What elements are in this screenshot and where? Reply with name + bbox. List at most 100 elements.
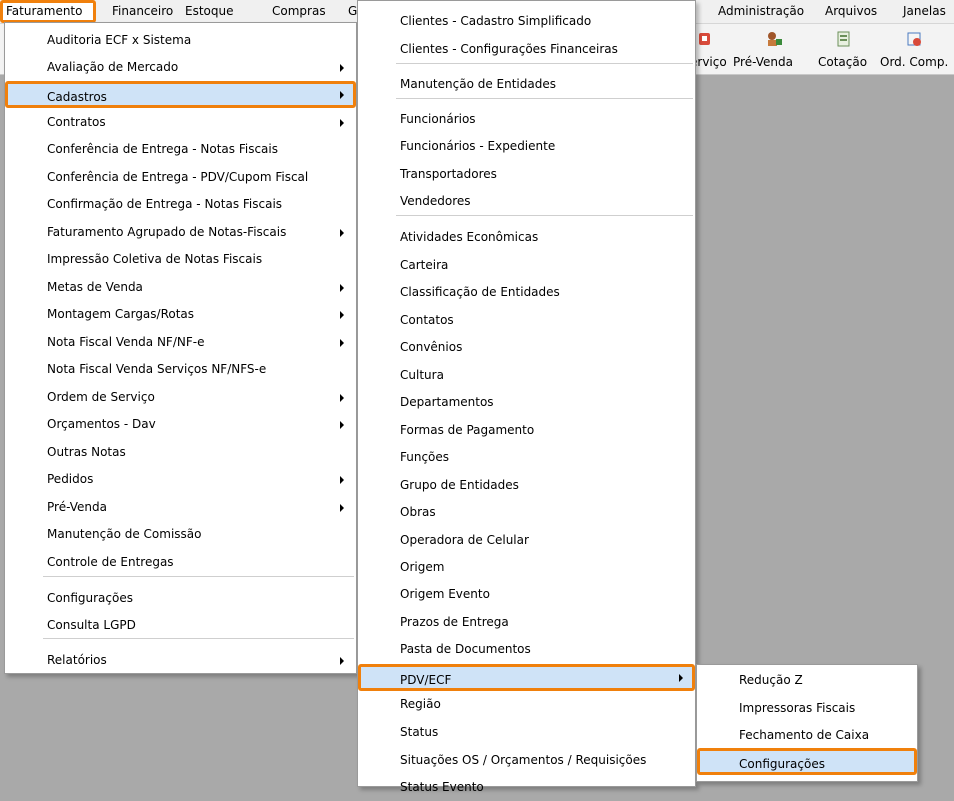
menu-administracao[interactable]: Administração bbox=[718, 4, 804, 18]
menu-compras[interactable]: Compras bbox=[272, 4, 326, 18]
cadastros-item-regiao[interactable]: Região bbox=[358, 691, 695, 718]
faturamento-item-manutencao-de-comissao[interactable]: Manutenção de Comissão bbox=[5, 521, 356, 548]
pdv-item-reducao-z[interactable]: Redução Z bbox=[697, 667, 917, 694]
toolbar-label: Pré-Venda bbox=[733, 55, 793, 69]
faturamento-item-label: Relatórios bbox=[47, 653, 107, 667]
faturamento-item-label: Avaliação de Mercado bbox=[47, 60, 179, 74]
cadastros-item-transportadores[interactable]: Transportadores bbox=[358, 161, 695, 188]
menu-separator bbox=[43, 638, 354, 639]
faturamento-item-pre-venda[interactable]: Pré-Venda bbox=[5, 494, 356, 521]
faturamento-item-auditoria-ecf-x-sistema[interactable]: Auditoria ECF x Sistema bbox=[5, 27, 356, 54]
cadastros-item-obras[interactable]: Obras bbox=[358, 499, 695, 526]
cadastros-item-label: Origem Evento bbox=[400, 587, 490, 601]
menu-separator bbox=[43, 576, 354, 577]
cadastros-item-operadora-de-celular[interactable]: Operadora de Celular bbox=[358, 527, 695, 554]
faturamento-menu: Auditoria ECF x Sistema Avaliação de Merc… bbox=[4, 22, 357, 674]
menu-financeiro[interactable]: Financeiro bbox=[112, 4, 173, 18]
faturamento-item-label: Contratos bbox=[47, 115, 106, 129]
faturamento-item-cadastros[interactable]: Cadastros bbox=[5, 81, 356, 108]
cadastros-item-status-evento[interactable]: Status Evento bbox=[358, 774, 695, 801]
faturamento-item-label: Confirmação de Entrega - Notas Fiscais bbox=[47, 197, 283, 211]
cadastros-item-label: Manutenção de Entidades bbox=[400, 77, 556, 91]
faturamento-item-contratos[interactable]: Contratos bbox=[5, 109, 356, 136]
cadastros-item-funcionarios[interactable]: Funcionários bbox=[358, 106, 695, 133]
cadastros-item-funcionarios-expediente[interactable]: Funcionários - Expediente bbox=[358, 133, 695, 160]
faturamento-item-montagem-cargas-rotas[interactable]: Montagem Cargas/Rotas bbox=[5, 301, 356, 328]
submenu-arrow-icon bbox=[340, 311, 344, 319]
menu-estoque[interactable]: Estoque bbox=[185, 4, 234, 18]
menu-arquivos[interactable]: Arquivos bbox=[825, 4, 877, 18]
menu-janelas[interactable]: Janelas bbox=[903, 4, 946, 18]
cadastros-item-situacoes-os-orcamentos-requisicoes[interactable]: Situações OS / Orçamentos / Requisições bbox=[358, 747, 695, 774]
faturamento-item-confirmacao-de-entrega-notas-fiscais[interactable]: Confirmação de Entrega - Notas Fiscais bbox=[5, 191, 356, 218]
submenu-arrow-icon bbox=[340, 476, 344, 484]
submenu-arrow-icon bbox=[340, 119, 344, 127]
faturamento-item-outras-notas[interactable]: Outras Notas bbox=[5, 439, 356, 466]
faturamento-item-controle-de-entregas[interactable]: Controle de Entregas bbox=[5, 549, 356, 576]
faturamento-item-impressao-coletiva-de-notas-fiscais[interactable]: Impressão Coletiva de Notas Fiscais bbox=[5, 246, 356, 273]
cadastros-item-funcoes[interactable]: Funções bbox=[358, 444, 695, 471]
cadastros-item-vendedores[interactable]: Vendedores bbox=[358, 188, 695, 215]
toolbar-ord-comp-button[interactable]: Ord. Comp. bbox=[880, 24, 954, 74]
menu-separator bbox=[396, 63, 693, 64]
faturamento-item-conferencia-de-entrega-notas-fiscais[interactable]: Conferência de Entrega - Notas Fiscais bbox=[5, 136, 356, 163]
cadastros-item-label: Grupo de Entidades bbox=[400, 478, 519, 492]
cadastros-item-origem[interactable]: Origem bbox=[358, 554, 695, 581]
faturamento-item-ordem-de-servico[interactable]: Ordem de Serviço bbox=[5, 384, 356, 411]
cadastros-item-label: Obras bbox=[400, 505, 436, 519]
faturamento-item-faturamento-agrupado-de-notas-fiscais[interactable]: Faturamento Agrupado de Notas-Fiscais bbox=[5, 219, 356, 246]
pdv-item-label: Impressoras Fiscais bbox=[739, 701, 856, 715]
cadastros-item-clientes-configuracoes-financeiras[interactable]: Clientes - Configurações Financeiras bbox=[358, 36, 695, 63]
faturamento-item-nota-fiscal-venda-servicos-nf-nfs-e[interactable]: Nota Fiscal Venda Serviços NF/NFS-e bbox=[5, 356, 356, 383]
faturamento-item-avaliacao-de-mercado[interactable]: Avaliação de Mercado bbox=[5, 54, 356, 81]
submenu-arrow-icon bbox=[340, 339, 344, 347]
cadastros-item-label: Classificação de Entidades bbox=[400, 285, 560, 299]
cadastros-item-atividades-economicas[interactable]: Atividades Econômicas bbox=[358, 224, 695, 251]
cadastros-item-formas-de-pagamento[interactable]: Formas de Pagamento bbox=[358, 417, 695, 444]
faturamento-item-label: Ordem de Serviço bbox=[47, 390, 155, 404]
menu-g[interactable]: G bbox=[348, 4, 357, 18]
faturamento-item-relatorios[interactable]: Relatórios bbox=[5, 647, 356, 674]
pdv-item-fechamento-de-caixa[interactable]: Fechamento de Caixa bbox=[697, 722, 917, 749]
cadastros-item-grupo-de-entidades[interactable]: Grupo de Entidades bbox=[358, 472, 695, 499]
cadastros-item-pdv-ecf[interactable]: PDV/ECF bbox=[358, 664, 695, 691]
cadastros-item-cultura[interactable]: Cultura bbox=[358, 362, 695, 389]
menu-faturamento[interactable]: Faturamento bbox=[6, 4, 82, 18]
cadastros-item-carteira[interactable]: Carteira bbox=[358, 252, 695, 279]
cadastros-item-prazos-de-entrega[interactable]: Prazos de Entrega bbox=[358, 609, 695, 636]
cadastros-item-manutencao-de-entidades[interactable]: Manutenção de Entidades bbox=[358, 71, 695, 98]
faturamento-item-label: Conferência de Entrega - Notas Fiscais bbox=[47, 142, 278, 156]
faturamento-item-label: Conferência de Entrega - PDV/Cupom Fisca… bbox=[47, 170, 309, 184]
cadastros-item-departamentos[interactable]: Departamentos bbox=[358, 389, 695, 416]
cadastros-item-pasta-de-documentos[interactable]: Pasta de Documentos bbox=[358, 636, 695, 663]
cadastros-item-contatos[interactable]: Contatos bbox=[358, 307, 695, 334]
cadastros-item-convenios[interactable]: Convênios bbox=[358, 334, 695, 361]
faturamento-item-configuracoes[interactable]: Configurações bbox=[5, 585, 356, 612]
faturamento-item-metas-de-venda[interactable]: Metas de Venda bbox=[5, 274, 356, 301]
cadastros-item-status[interactable]: Status bbox=[358, 719, 695, 746]
faturamento-item-label: Auditoria ECF x Sistema bbox=[47, 33, 192, 47]
pdv-item-configuracoes[interactable]: Configurações bbox=[697, 748, 917, 775]
toolbar-label: Ord. Comp. bbox=[880, 55, 949, 69]
cadastros-item-clientes-cadastro-simplificado[interactable]: Clientes - Cadastro Simplificado bbox=[358, 8, 695, 35]
cadastros-item-label: Clientes - Cadastro Simplificado bbox=[400, 14, 592, 28]
faturamento-item-label: Impressão Coletiva de Notas Fiscais bbox=[47, 252, 263, 266]
faturamento-item-conferencia-de-entrega-pdv-cupom-fiscal[interactable]: Conferência de Entrega - PDV/Cupom Fisca… bbox=[5, 164, 356, 191]
faturamento-item-label: Controle de Entregas bbox=[47, 555, 174, 569]
faturamento-item-pedidos[interactable]: Pedidos bbox=[5, 466, 356, 493]
pdv-item-label: Redução Z bbox=[739, 673, 803, 687]
submenu-arrow-icon bbox=[340, 421, 344, 429]
faturamento-item-label: Faturamento Agrupado de Notas-Fiscais bbox=[47, 225, 287, 239]
cadastros-item-label: Departamentos bbox=[400, 395, 494, 409]
cadastros-item-label: Pasta de Documentos bbox=[400, 642, 531, 656]
faturamento-item-label: Metas de Venda bbox=[47, 280, 143, 294]
faturamento-item-consulta-lgpd[interactable]: Consulta LGPD bbox=[5, 612, 356, 639]
cadastros-item-origem-evento[interactable]: Origem Evento bbox=[358, 581, 695, 608]
faturamento-item-nota-fiscal-venda-nf-nf-e[interactable]: Nota Fiscal Venda NF/NF-e bbox=[5, 329, 356, 356]
cadastros-item-classificacao-de-entidades[interactable]: Classificação de Entidades bbox=[358, 279, 695, 306]
cadastros-item-label: Funcionários bbox=[400, 112, 476, 126]
menu-separator bbox=[396, 215, 693, 216]
pdv-item-impressoras-fiscais[interactable]: Impressoras Fiscais bbox=[697, 695, 917, 722]
submenu-arrow-icon bbox=[340, 657, 344, 665]
faturamento-item-orcamentos-dav[interactable]: Orçamentos - Dav bbox=[5, 411, 356, 438]
